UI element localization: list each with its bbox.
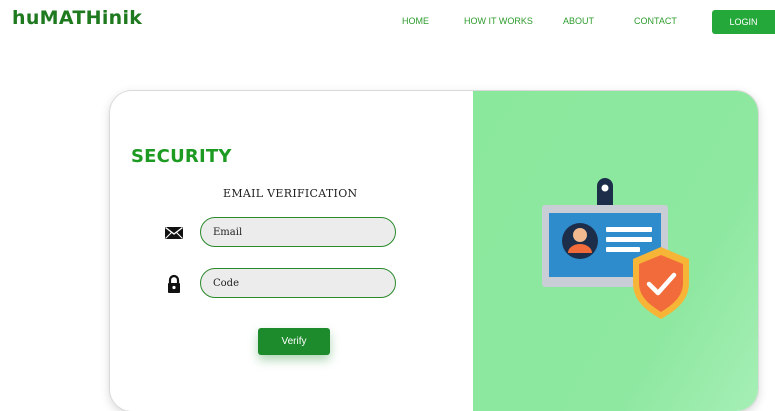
login-button[interactable]: LOGIN xyxy=(712,10,775,34)
nav-contact-link[interactable]: CONTACT xyxy=(634,16,677,26)
verify-button[interactable]: Verify xyxy=(258,328,330,355)
brand-logo[interactable]: huMATHinik xyxy=(12,7,142,29)
top-nav: huMATHinik HOME HOW IT WORKS ABOUT CONTA… xyxy=(0,0,775,44)
email-input[interactable] xyxy=(200,217,396,247)
nav-home-link[interactable]: HOME xyxy=(402,16,429,26)
form-panel: SECURITY EMAIL VERIFICATION Verify xyxy=(110,91,473,411)
envelope-icon xyxy=(164,223,184,243)
form-subtitle: EMAIL VERIFICATION xyxy=(223,187,358,200)
nav-about-link[interactable]: ABOUT xyxy=(563,16,594,26)
nav-how-it-works-link[interactable]: HOW IT WORKS xyxy=(464,16,533,26)
page-title: SECURITY xyxy=(131,146,232,167)
code-input[interactable] xyxy=(200,268,396,298)
id-badge-shield-icon xyxy=(533,171,703,331)
illustration-panel xyxy=(473,91,758,411)
verification-card: SECURITY EMAIL VERIFICATION Verify xyxy=(110,91,758,411)
lock-icon xyxy=(164,274,184,294)
